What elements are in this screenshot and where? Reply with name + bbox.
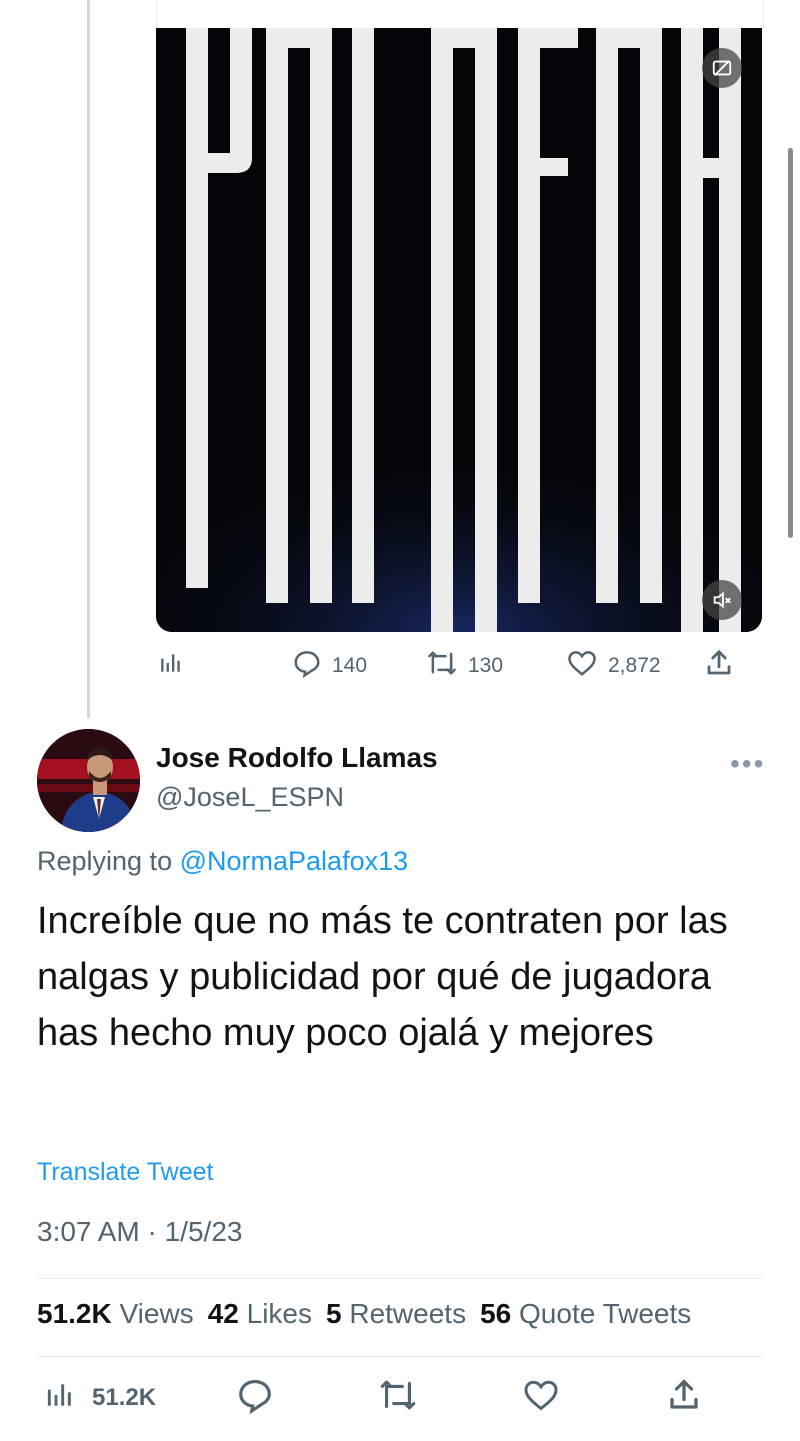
captions-button[interactable]: [702, 48, 742, 88]
like-button[interactable]: [522, 1370, 560, 1426]
author-handle[interactable]: @JoseL_ESPN: [156, 782, 344, 813]
replying-to: Replying to @NormaPalafox13: [37, 846, 408, 877]
tweet-text: Increíble que no más te contraten por la…: [37, 900, 728, 1054]
reply-button[interactable]: [236, 1370, 274, 1426]
media-card-top: [156, 0, 764, 28]
avatar[interactable]: [37, 729, 140, 832]
views-button[interactable]: [158, 646, 184, 686]
tweet-stats: 51.2K Views 42 Likes 5 Retweets 56 Quote…: [37, 1298, 691, 1330]
mute-icon: [711, 589, 733, 611]
heart-icon: [522, 1377, 560, 1420]
analytics-icon: [158, 650, 184, 682]
mute-button[interactable]: [702, 580, 742, 620]
share-button[interactable]: [704, 646, 734, 686]
replying-mention-link[interactable]: @NormaPalafox13: [180, 846, 409, 876]
retweet-button[interactable]: [378, 1370, 418, 1426]
reply-button[interactable]: 140: [292, 646, 367, 686]
thread-connector-line: [87, 0, 90, 718]
views-stat[interactable]: 51.2K Views: [37, 1298, 194, 1330]
divider: [37, 1278, 763, 1279]
tweet-timestamp[interactable]: 3:07 AM · 1/5/23: [37, 1216, 242, 1248]
replying-prefix: Replying to: [37, 846, 173, 876]
scrollbar[interactable]: [788, 148, 793, 538]
captions-icon: [711, 57, 733, 79]
retweet-count: 130: [468, 654, 504, 677]
retweet-icon: [378, 1377, 418, 1420]
views-count: 51.2K: [92, 1384, 157, 1411]
video-player[interactable]: [156, 28, 762, 632]
views-button[interactable]: 51.2K: [44, 1370, 156, 1426]
retweet-button[interactable]: 130: [426, 646, 503, 686]
retweets-stat[interactable]: 5 Retweets: [326, 1298, 466, 1330]
share-icon: [666, 1377, 702, 1420]
share-icon: [704, 648, 734, 684]
likes-stat[interactable]: 42 Likes: [208, 1298, 312, 1330]
share-button[interactable]: [666, 1370, 702, 1426]
analytics-icon: [44, 1379, 76, 1418]
reply-icon: [292, 648, 322, 684]
reply-icon: [236, 1376, 274, 1421]
like-count: 2,872: [608, 654, 661, 677]
retweet-icon: [426, 648, 458, 684]
tweet-action-bar: 51.2K: [0, 1370, 800, 1426]
more-options-button[interactable]: •••: [730, 748, 765, 780]
previous-tweet-actions: 140 130 2,872: [0, 646, 800, 686]
video-frame-palafox-logo: [156, 28, 762, 632]
reply-count: 140: [332, 654, 368, 677]
heart-icon: [566, 648, 598, 684]
like-button[interactable]: 2,872: [566, 646, 661, 686]
more-icon: •••: [730, 748, 766, 779]
quote-tweets-stat[interactable]: 56 Quote Tweets: [480, 1298, 691, 1330]
author-name[interactable]: Jose Rodolfo Llamas: [156, 742, 438, 774]
translate-tweet-link[interactable]: Translate Tweet: [37, 1158, 213, 1187]
divider: [37, 1356, 763, 1357]
